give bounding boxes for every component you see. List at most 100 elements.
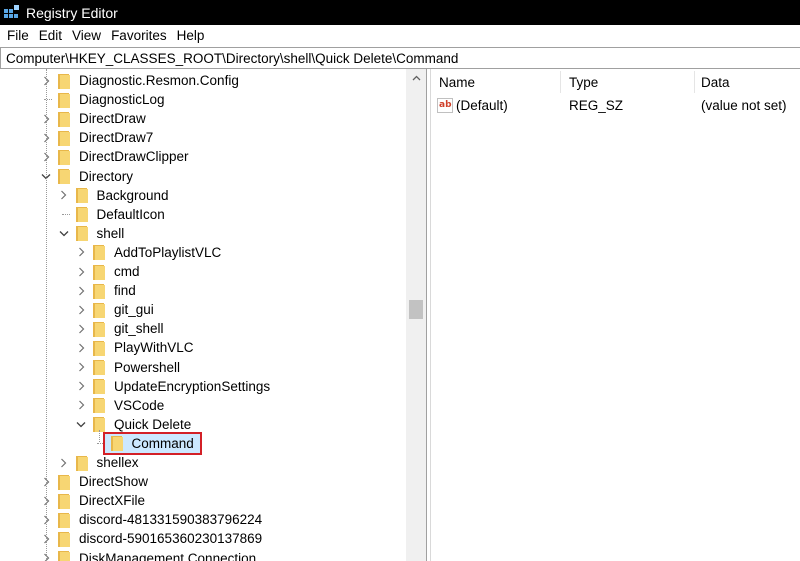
tree-item[interactable]: DirectDraw7 (40, 128, 155, 147)
folder-icon (91, 340, 105, 356)
folder-icon (91, 416, 105, 433)
chevron-down-icon[interactable] (58, 224, 70, 243)
chevron-right-icon[interactable] (75, 338, 87, 357)
tree-item-label: Diagnostic.Resmon.Config (79, 73, 239, 88)
tree-item[interactable]: Diagnostic.Resmon.Config (40, 71, 241, 90)
tree-item[interactable]: AddToPlaylistVLC (75, 243, 223, 262)
value-data: (value not set) (701, 97, 787, 113)
column-header-data[interactable]: Data (701, 69, 730, 95)
chevron-right-icon[interactable] (75, 243, 87, 262)
tree-guide-line (99, 429, 100, 442)
tree-item[interactable]: Background (58, 186, 171, 205)
tree-scrollbar[interactable] (406, 69, 426, 561)
menu-favorites[interactable]: Favorites (106, 28, 172, 43)
menu-help[interactable]: Help (172, 28, 210, 43)
scroll-up-button[interactable] (406, 69, 426, 86)
value-name: (Default) (456, 97, 508, 113)
column-separator[interactable] (694, 71, 695, 93)
tree-item-label: VSCode (114, 397, 165, 413)
tree-connector (58, 205, 70, 224)
column-header-type[interactable]: Type (569, 69, 598, 95)
folder-icon (74, 206, 88, 223)
tree-item[interactable]: shellex (58, 453, 141, 472)
tree-item[interactable]: cmd (75, 262, 142, 281)
folder-icon (91, 244, 105, 261)
tree-item-label: shellex (96, 455, 139, 470)
folder-icon (74, 225, 88, 242)
tree-item[interactable]: DefaultIcon (58, 205, 167, 224)
tree-item[interactable]: find (75, 281, 138, 300)
tree-item-label: UpdateEncryptionSettings (114, 378, 271, 394)
menu-view[interactable]: View (67, 28, 106, 43)
chevron-right-icon[interactable] (75, 319, 87, 338)
folder-icon (56, 168, 70, 184)
address-path[interactable]: Computer\HKEY_CLASSES_ROOT\Directory\she… (6, 51, 458, 66)
chevron-down-icon[interactable] (75, 415, 87, 434)
tree-item[interactable]: Quick Delete (75, 415, 193, 434)
tree-item[interactable]: DiskManagement.Connection (40, 549, 258, 561)
chevron-right-icon[interactable] (75, 358, 87, 377)
scroll-thumb[interactable] (409, 300, 423, 319)
folder-icon (56, 92, 70, 108)
tree-item-label: shell (96, 225, 125, 241)
chevron-right-icon[interactable] (75, 396, 87, 415)
tree-guide-line (46, 69, 47, 561)
chevron-right-icon[interactable] (75, 262, 87, 281)
tree-item[interactable]: Directory (40, 167, 135, 186)
tree-item[interactable]: DirectXFile (40, 491, 147, 510)
tree-item[interactable]: git_shell (75, 319, 166, 338)
values-list: Name Type Data ab (Default) REG_SZ (valu… (431, 69, 800, 561)
tree-item-label: DirectDraw (79, 111, 146, 127)
title-bar: Registry Editor (0, 0, 800, 25)
chevron-right-icon[interactable] (75, 377, 87, 396)
tree-item[interactable]: discord-590165360230137869 (40, 529, 264, 548)
tree-item-label: DiagnosticLog (79, 92, 165, 108)
folder-icon (91, 302, 105, 318)
folder-icon (56, 531, 70, 547)
menu-file[interactable]: File (2, 28, 34, 43)
tree-item-label: Powershell (114, 359, 181, 375)
folder-icon (56, 149, 70, 165)
menu-bar: File Edit View Favorites Help (0, 25, 800, 46)
folder-icon (91, 397, 105, 414)
tree-item[interactable]: PlayWithVLC (75, 338, 196, 357)
chevron-right-icon[interactable] (58, 186, 70, 205)
tree-item[interactable]: DirectDrawClipper (40, 147, 191, 166)
chevron-right-icon[interactable] (75, 300, 87, 319)
tree-item-label: AddToPlaylistVLC (114, 244, 222, 260)
tree-item-label: DirectShow (79, 474, 149, 490)
chevron-up-icon (412, 75, 420, 80)
tree-item-label: DirectDrawClipper (79, 149, 189, 165)
column-separator[interactable] (560, 71, 561, 93)
tree-item-label: cmd (114, 264, 140, 279)
chevron-right-icon[interactable] (58, 453, 70, 472)
tree-item-label: git_shell (114, 321, 164, 337)
tree-item-label: git_gui (114, 302, 154, 318)
tree-item-label: find (114, 283, 136, 299)
address-bar[interactable]: Computer\HKEY_CLASSES_ROOT\Directory\she… (0, 47, 800, 69)
string-value-icon: ab (437, 97, 453, 113)
tree-item-label: discord-481331590383796224 (79, 512, 263, 528)
tree-item[interactable]: Command (93, 431, 202, 455)
tree-item[interactable]: UpdateEncryptionSettings (75, 377, 272, 396)
chevron-right-icon[interactable] (75, 281, 87, 300)
tree-item[interactable]: VSCode (75, 396, 166, 415)
column-header-name[interactable]: Name (439, 69, 475, 95)
tree-item[interactable]: discord-481331590383796224 (40, 510, 264, 529)
value-row[interactable]: ab (Default) REG_SZ (value not set) (431, 95, 800, 115)
tree-item[interactable]: git_gui (75, 300, 156, 319)
folder-icon (74, 455, 88, 471)
menu-edit[interactable]: Edit (34, 28, 67, 43)
tree-item-label: DirectDraw7 (79, 130, 154, 146)
tree-item[interactable]: DiagnosticLog (40, 90, 167, 109)
value-type: REG_SZ (569, 97, 624, 113)
selected-key-highlight[interactable]: Command (102, 431, 202, 455)
folder-icon (56, 550, 70, 561)
tree-item[interactable]: Powershell (75, 358, 182, 377)
tree-item-label: discord-590165360230137869 (79, 531, 263, 547)
tree-item[interactable]: DirectDraw (40, 109, 148, 128)
folder-icon (109, 435, 123, 452)
tree-item-label: DefaultIcon (96, 206, 165, 222)
tree-item[interactable]: shell (58, 224, 127, 243)
tree-item[interactable]: DirectShow (40, 472, 150, 491)
